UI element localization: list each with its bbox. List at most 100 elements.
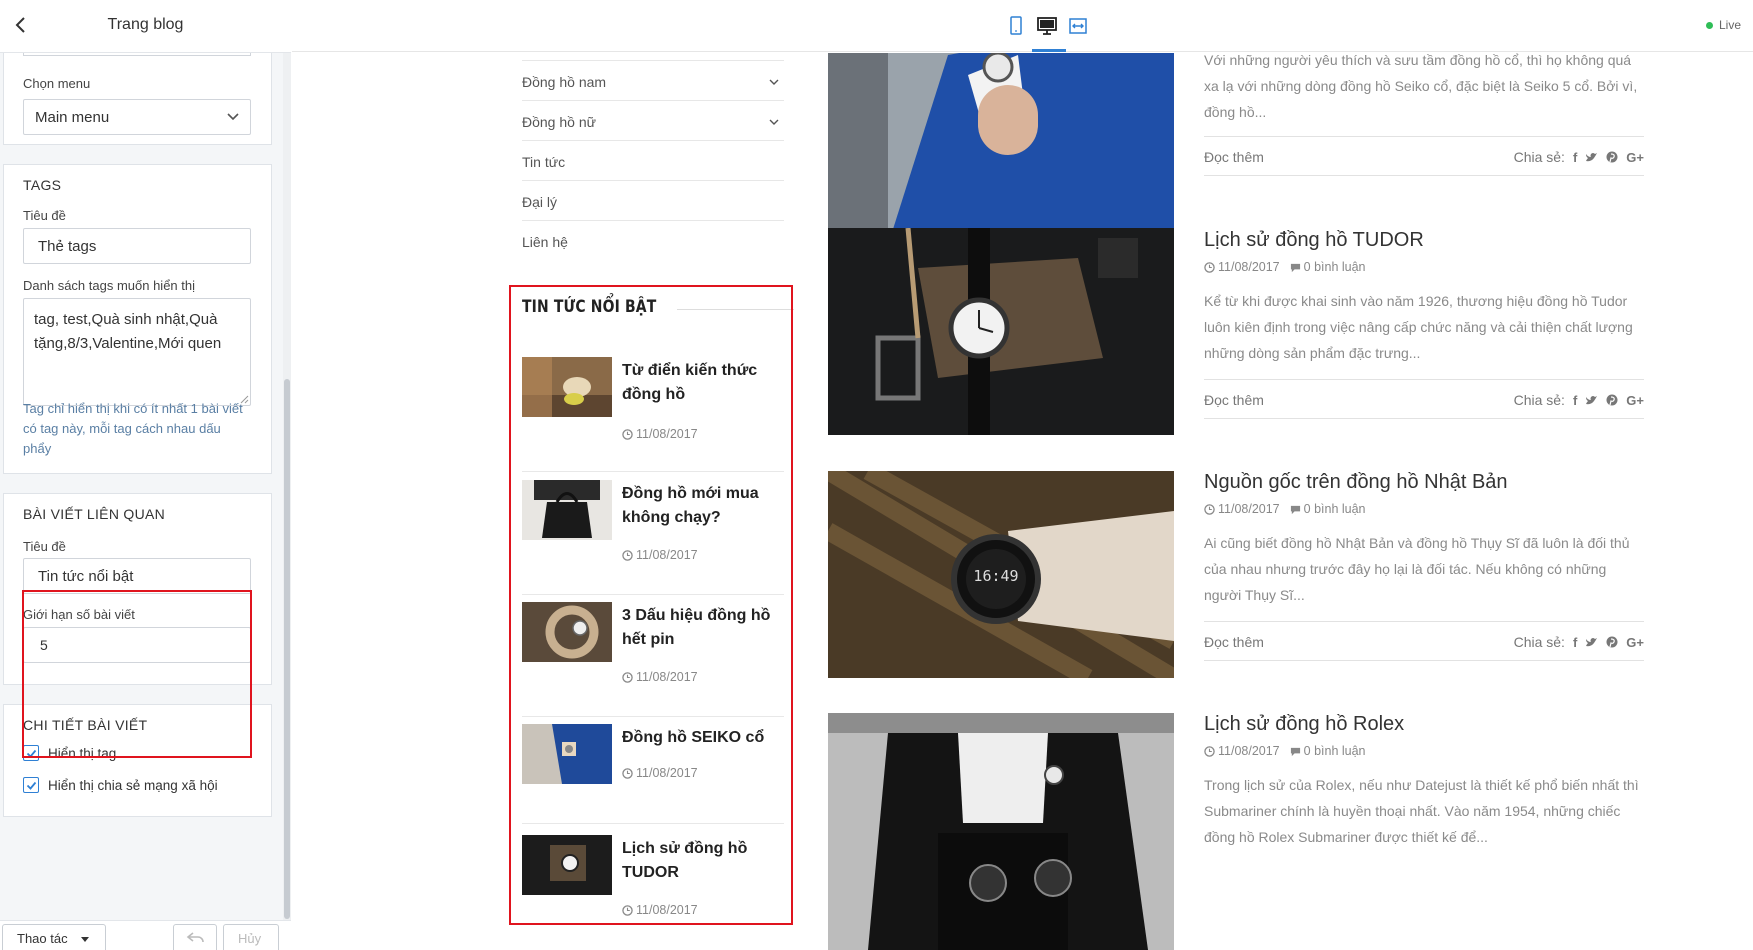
show-share-checkbox[interactable]: Hiển thị chia sẻ mạng xã hội	[23, 777, 218, 793]
menu-select[interactable]: Main menu	[23, 99, 251, 135]
menu-item-lien-he[interactable]: Liên hệ	[522, 220, 784, 260]
news-title[interactable]: Lịch sử đồng hồ TUDOR	[622, 837, 782, 885]
twitter-icon[interactable]	[1585, 152, 1598, 163]
previous-field-bottom	[23, 53, 251, 56]
twitter-icon[interactable]	[1585, 395, 1598, 406]
news-title[interactable]: Đồng hồ mới mua không chạy?	[622, 482, 782, 530]
post-comments: 0 bình luận	[1303, 502, 1366, 516]
comment-icon	[1290, 263, 1300, 272]
related-title-input[interactable]: Tin tức nổi bật	[23, 558, 251, 594]
post-date: 11/08/2017	[1218, 502, 1280, 516]
menu-item-dong-ho-nam[interactable]: Đồng hồ nam	[522, 60, 784, 100]
chevron-down-icon[interactable]	[768, 116, 780, 128]
news-thumbnail[interactable]	[522, 480, 612, 540]
menu-item-label: Tin tức	[522, 154, 566, 170]
post-title[interactable]: Lịch sử đồng hồ TUDOR	[1204, 229, 1424, 252]
tags-title-input[interactable]: Thẻ tags	[23, 228, 251, 264]
actions-dropdown[interactable]: Thao tác	[2, 924, 106, 950]
post-image[interactable]	[828, 53, 1174, 245]
undo-button[interactable]	[173, 924, 217, 950]
post-meta: 11/08/2017 0 bình luận	[1204, 502, 1366, 516]
fullwidth-icon[interactable]	[1066, 14, 1090, 38]
show-tags-checkbox[interactable]: Hiển thị tag	[23, 745, 116, 761]
related-limit-input[interactable]: 5	[23, 627, 251, 663]
post-excerpt: Kể từ khi được khai sinh vào năm 1926, t…	[1204, 293, 1633, 361]
featured-news-item[interactable]: 3 Dấu hiệu đồng hồ hết pin 11/08/2017	[522, 602, 784, 717]
preview-toolbar: Live	[292, 0, 1753, 52]
news-thumbnail[interactable]	[522, 602, 612, 662]
read-more-link[interactable]: Đọc thêm	[1204, 149, 1264, 165]
post-comments: 0 bình luận	[1303, 744, 1366, 758]
menu-select-value: Main menu	[35, 109, 110, 126]
news-thumbnail[interactable]	[522, 724, 612, 784]
google-plus-icon[interactable]: G+	[1626, 150, 1644, 165]
share-label: Chia sẻ:	[1513, 392, 1565, 408]
post-date: 11/08/2017	[1218, 260, 1280, 274]
post-title[interactable]: Nguồn gốc trên đồng hồ Nhật Bản	[1204, 471, 1508, 494]
chevron-down-icon[interactable]	[768, 76, 780, 88]
post-image[interactable]	[828, 713, 1174, 950]
featured-news-item[interactable]: Đồng hồ SEIKO cổ 11/08/2017	[522, 724, 784, 824]
post-excerpt: Trong lịch sử của Rolex, nếu như Datejus…	[1204, 777, 1639, 845]
share-label: Chia sẻ:	[1513, 149, 1565, 165]
related-section-title: BÀI VIẾT LIÊN QUAN	[23, 506, 166, 522]
pinterest-icon[interactable]	[1606, 394, 1618, 406]
featured-news-item[interactable]: Đồng hồ mới mua không chạy? 11/08/2017	[522, 480, 784, 595]
mobile-icon[interactable]	[1004, 14, 1028, 38]
read-more-link[interactable]: Đọc thêm	[1204, 392, 1264, 408]
facebook-icon[interactable]: f	[1573, 635, 1577, 650]
scrollbar-thumb[interactable]	[284, 379, 290, 919]
post-comments: 0 bình luận	[1303, 260, 1366, 274]
live-label: Live	[1718, 18, 1741, 32]
facebook-icon[interactable]: f	[1573, 393, 1577, 408]
show-share-label: Hiển thị chia sẻ mạng xã hội	[48, 777, 218, 793]
tags-card: TAGS Tiêu đề Thẻ tags Danh sách tags muố…	[3, 164, 272, 474]
related-title-label: Tiêu đề	[23, 539, 66, 554]
clock-icon	[622, 671, 633, 683]
google-plus-icon[interactable]: G+	[1626, 635, 1644, 650]
menu-select-label: Chọn menu	[23, 76, 91, 91]
post-image[interactable]	[828, 228, 1174, 435]
tags-list-textarea[interactable]: tag, test,Quà sinh nhật,Quà tặng,8/3,Val…	[23, 298, 251, 406]
google-plus-icon[interactable]: G+	[1626, 393, 1644, 408]
news-date: 11/08/2017	[622, 903, 698, 917]
post-image[interactable]: 16:49	[828, 471, 1174, 678]
pinterest-icon[interactable]	[1606, 151, 1618, 163]
news-date: 11/08/2017	[622, 427, 698, 441]
share-bar: Chia sẻ: f G+	[1514, 149, 1644, 165]
menu-item-label: Đồng hồ nam	[522, 74, 607, 90]
twitter-icon[interactable]	[1585, 637, 1598, 648]
panel-header: Trang blog	[0, 0, 291, 53]
cancel-button[interactable]: Hủy	[223, 924, 279, 950]
featured-news-item[interactable]: Lịch sử đồng hồ TUDOR 11/08/2017	[522, 835, 784, 950]
store-preview: Đồng hồ nam Đồng hồ nữ Tin tức Đại lý Li…	[292, 53, 1753, 950]
menu-item-tin-tuc[interactable]: Tin tức	[522, 140, 784, 180]
clock-icon	[1204, 503, 1215, 515]
chevron-down-icon	[227, 113, 239, 121]
news-thumbnail[interactable]	[522, 835, 612, 895]
news-title[interactable]: Đồng hồ SEIKO cổ	[622, 726, 782, 750]
cancel-label: Hủy	[238, 931, 262, 946]
menu-item-dai-ly[interactable]: Đại lý	[522, 180, 784, 220]
featured-news-item[interactable]: Từ điển kiến thức đồng hồ 11/08/2017	[522, 357, 784, 472]
news-title[interactable]: 3 Dấu hiệu đồng hồ hết pin	[622, 604, 782, 652]
clock-icon	[1204, 261, 1215, 273]
tags-section-title: TAGS	[23, 177, 62, 193]
panel-scrollbar[interactable]	[283, 53, 291, 920]
detail-section-title: CHI TIẾT BÀI VIẾT	[23, 717, 148, 733]
featured-title-rule	[677, 309, 794, 310]
tags-list-label: Danh sách tags muốn hiển thị	[23, 278, 195, 293]
pinterest-icon[interactable]	[1606, 636, 1618, 648]
panel-title: Trang blog	[107, 16, 184, 33]
news-thumbnail[interactable]	[522, 357, 612, 417]
menu-card: Chọn menu Main menu	[3, 53, 272, 145]
share-bar: Chia sẻ: f G+	[1514, 634, 1644, 650]
facebook-icon[interactable]: f	[1573, 150, 1577, 165]
news-date-text: 11/08/2017	[636, 427, 698, 441]
menu-item-dong-ho-nu[interactable]: Đồng hồ nữ	[522, 100, 784, 140]
news-title[interactable]: Từ điển kiến thức đồng hồ	[622, 359, 782, 407]
post-title[interactable]: Lịch sử đồng hồ Rolex	[1204, 713, 1404, 736]
read-more-link[interactable]: Đọc thêm	[1204, 634, 1264, 650]
post-footer: Đọc thêm Chia sẻ: f G+	[1204, 621, 1644, 661]
desktop-icon[interactable]	[1035, 14, 1059, 38]
